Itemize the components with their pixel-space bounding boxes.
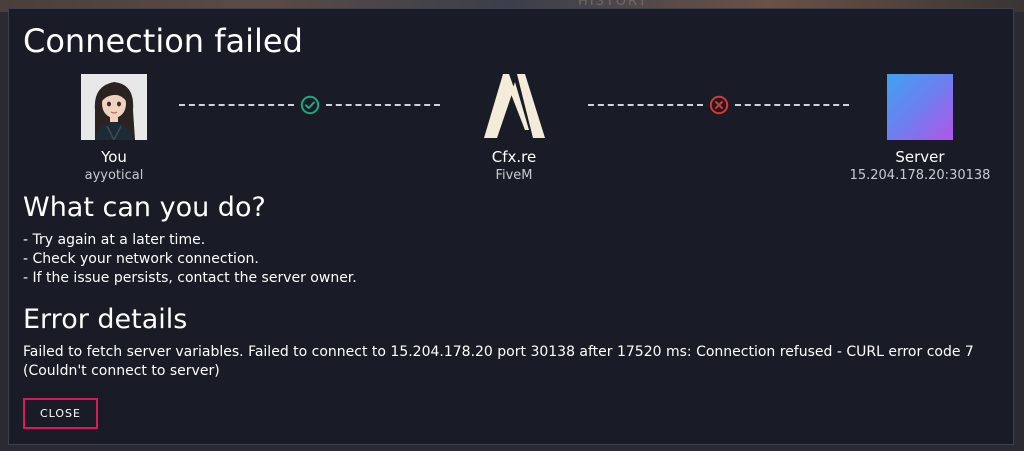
node-cfx-name: Cfx.re bbox=[491, 148, 537, 166]
help-tips-list: - Try again at a later time. - Check you… bbox=[23, 231, 357, 288]
node-cfx-platform: FiveM bbox=[495, 168, 533, 183]
dialog-title: Connection failed bbox=[23, 22, 303, 60]
close-button[interactable]: CLOSE bbox=[23, 398, 98, 429]
help-tip: - Try again at a later time. bbox=[23, 232, 206, 248]
help-heading: What can you do? bbox=[23, 192, 266, 223]
dashed-line bbox=[325, 104, 440, 106]
error-message: Failed to fetch server variables. Failed… bbox=[23, 344, 974, 379]
node-cfx: Cfx.re FiveM bbox=[424, 74, 604, 184]
x-circle-icon bbox=[709, 95, 728, 115]
check-circle-icon bbox=[300, 95, 319, 115]
node-server-name: Server bbox=[895, 148, 945, 166]
node-you: You ayyotical bbox=[24, 74, 204, 184]
fivem-logo bbox=[481, 74, 547, 140]
node-you-name: You bbox=[101, 148, 127, 166]
link-you-to-cfx bbox=[179, 95, 440, 115]
link-cfx-to-server bbox=[588, 95, 849, 115]
user-avatar bbox=[81, 74, 147, 140]
server-icon bbox=[887, 74, 953, 140]
connection-failed-dialog: Connection failed You ayyotical Cfx.re F… bbox=[8, 8, 1014, 445]
help-tip: - If the issue persists, contact the ser… bbox=[23, 270, 357, 286]
dashed-line bbox=[179, 104, 294, 106]
node-server: Server 15.204.178.20:30138 bbox=[830, 74, 1010, 184]
node-server-address: 15.204.178.20:30138 bbox=[849, 168, 991, 183]
help-tip: - Check your network connection. bbox=[23, 251, 259, 267]
dashed-line bbox=[588, 104, 703, 106]
error-heading: Error details bbox=[23, 304, 188, 335]
node-you-username: ayyotical bbox=[84, 168, 144, 183]
